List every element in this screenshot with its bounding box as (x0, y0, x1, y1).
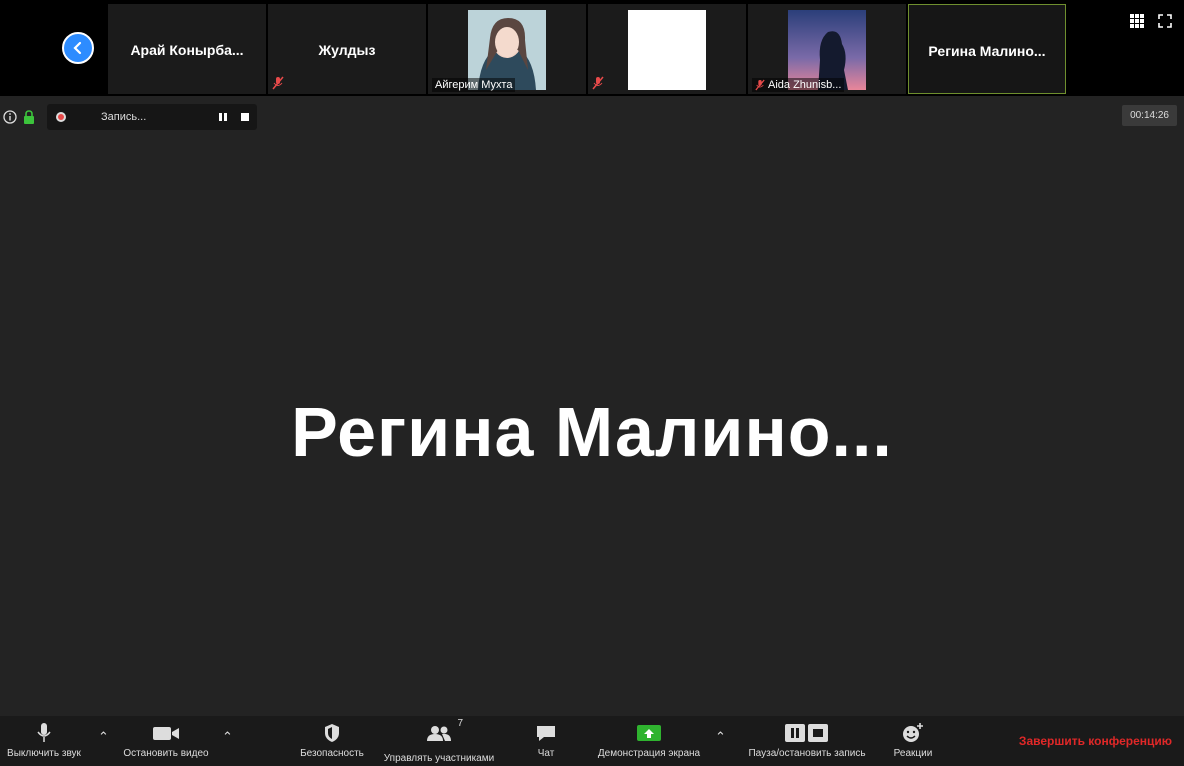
smiley-plus-icon (903, 723, 923, 742)
security-label: Безопасность (300, 748, 364, 759)
chat-bubble-icon (537, 726, 555, 741)
audio-options-caret-icon[interactable]: ⌃ (98, 729, 109, 745)
participant-name-label: Aida Zhunisb... (752, 78, 845, 92)
info-icon[interactable] (3, 110, 17, 124)
reactions-label: Реакции (893, 748, 933, 759)
share-screen-button[interactable]: Демонстрация экрана (588, 722, 710, 759)
video-options-caret-icon[interactable]: ⌃ (222, 729, 233, 745)
stop-video-button[interactable]: Остановить видео (114, 722, 218, 759)
gallery-view-icon[interactable] (1130, 14, 1144, 28)
recording-label: Запись... (101, 111, 147, 123)
participant-name: Жулдыз (318, 42, 376, 58)
manage-participants-label: Управлять участниками (383, 753, 495, 764)
participants-icon (427, 726, 451, 741)
participant-name: Арай Конырба... (130, 42, 244, 58)
pause-recording-icon[interactable] (219, 113, 227, 121)
microphone-icon (37, 723, 51, 742)
share-screen-icon (637, 725, 661, 741)
active-speaker-name: Регина Малино... (291, 393, 893, 471)
pause-stop-recording-label: Пауза/остановить запись (748, 748, 866, 759)
participants-count: 7 (457, 718, 463, 729)
chat-button[interactable]: Чат (528, 722, 564, 759)
participant-tile[interactable]: Aida Zhunisb... (748, 4, 906, 94)
mic-muted-icon (755, 79, 765, 91)
mic-muted-icon (592, 76, 604, 90)
share-screen-label: Демонстрация экрана (597, 748, 701, 759)
recording-indicator: Запись... (47, 104, 257, 130)
scroll-left-button[interactable] (62, 32, 94, 64)
shield-icon (325, 724, 339, 742)
chevron-left-icon (73, 41, 82, 55)
meeting-timer: 00:14:26 (1122, 105, 1177, 126)
mute-button[interactable]: Выключить звук (0, 722, 96, 759)
fullscreen-icon[interactable] (1158, 14, 1172, 28)
manage-participants-button[interactable]: 7 Управлять участниками (374, 718, 504, 764)
pause-stop-recording-button[interactable]: Пауза/остановить запись (738, 722, 876, 759)
mic-muted-icon (272, 76, 284, 90)
participant-tile[interactable]: Айгерим Мухта (428, 4, 586, 94)
participant-name: Aida Zhunisb... (768, 79, 842, 91)
reactions-button[interactable]: Реакции (886, 722, 940, 759)
blank-video-frame (628, 10, 706, 90)
participant-name: Регина Малино... (928, 43, 1046, 59)
participant-name: Айгерим Мухта (432, 78, 516, 92)
stop-recording-icon[interactable] (241, 113, 249, 121)
record-dot-icon (56, 112, 66, 122)
stop-video-label: Остановить видео (123, 748, 209, 759)
participant-tile[interactable]: Жулдыз (268, 4, 426, 94)
lock-icon[interactable] (23, 110, 35, 124)
participant-tile-active[interactable]: Регина Малино... (908, 4, 1066, 94)
mute-label: Выключить звук (7, 748, 81, 759)
pause-stop-recording-icon (785, 724, 828, 742)
meeting-toolbar: Выключить звук ⌃ Остановить видео ⌃ Безо… (0, 716, 1184, 766)
security-button[interactable]: Безопасность (294, 722, 370, 759)
video-camera-icon (153, 727, 179, 740)
main-video-stage: Запись... 00:14:26 Регина Малино... (0, 96, 1184, 716)
participant-tile[interactable]: Арай Конырба... (108, 4, 266, 94)
participant-tile[interactable] (588, 4, 746, 94)
chat-label: Чат (537, 748, 555, 759)
share-options-caret-icon[interactable]: ⌃ (715, 729, 726, 745)
participant-strip: Арай Конырба... Жулдыз Айгерим Мухта Aid… (0, 0, 1184, 96)
end-meeting-button[interactable]: Завершить конференцию (1019, 734, 1172, 748)
